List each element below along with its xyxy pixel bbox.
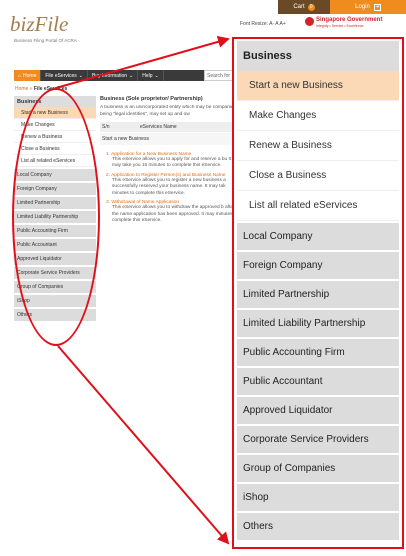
arrow-top — [55, 35, 230, 89]
arrow-bottom — [57, 345, 230, 545]
callout-arrows — [55, 35, 230, 545]
